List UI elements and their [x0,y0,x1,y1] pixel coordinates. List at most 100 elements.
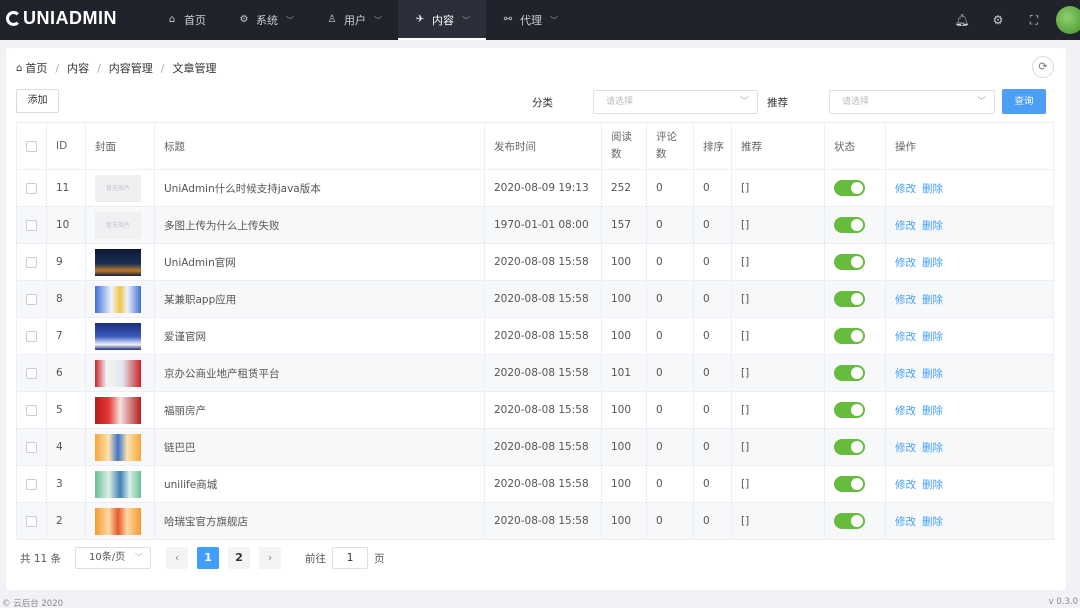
cell-recommend: [] [731,354,825,392]
row-checkbox[interactable] [26,182,37,194]
col-cover: 封面 [85,122,155,170]
agent-icon: ⚯ [503,14,513,25]
cell-sort: 0 [693,317,732,355]
edit-link[interactable]: 修改 [895,516,916,528]
row-checkbox[interactable] [26,478,37,490]
edit-link[interactable]: 修改 [895,183,916,195]
logo-ring-icon [6,11,21,26]
select-all-checkbox[interactable] [26,140,37,152]
breadcrumb: ⌂ 首页 / 内容 / 内容管理 / 文章管理 [16,60,217,76]
cover-thumbnail[interactable] [95,322,141,350]
edit-link[interactable]: 修改 [895,257,916,269]
goto-page-input[interactable]: 1 [332,547,369,569]
query-button[interactable]: 查询 [1002,89,1046,114]
row-checkbox[interactable] [26,441,37,453]
status-toggle[interactable] [834,180,865,196]
breadcrumb-item[interactable]: 内容管理 [109,60,153,76]
category-select[interactable]: 请选择 ﹀ [593,90,758,114]
main-nav: ⌂ 首页 ⚙ 系统 ﹀ ♙ 用户 ﹀ ✈ 内容 ﹀ ⚯ 代理 ﹀ [150,0,574,40]
status-toggle[interactable] [834,439,865,455]
col-recommend: 推荐 [731,122,825,170]
delete-link[interactable]: 删除 [922,183,943,195]
status-toggle[interactable] [834,291,865,307]
edit-link[interactable]: 修改 [895,442,916,454]
breadcrumb-item[interactable]: 首页 [25,60,47,76]
app-logo[interactable]: UNIADMIN [6,8,117,29]
cell-status [824,280,886,318]
cell-publish-time: 2020-08-08 15:58 [484,502,602,540]
status-toggle[interactable] [834,254,865,270]
cell-title: 京办公商业地产租赁平台 [154,354,485,392]
delete-link[interactable]: 删除 [922,442,943,454]
fullscreen-icon[interactable]: ⛶ [1016,13,1052,28]
chevron-down-icon: ﹀ [739,97,749,107]
delete-link[interactable]: 删除 [922,368,943,380]
cover-placeholder-image: 暂无图片 [95,211,141,239]
page-number-button[interactable]: 1 [197,547,220,569]
cover-thumbnail[interactable] [95,507,141,535]
cover-thumbnail[interactable] [95,470,141,498]
delete-link[interactable]: 删除 [922,405,943,417]
nav-item-0[interactable]: ⌂ 首页 [150,0,222,40]
nav-item-label: 系统 [256,14,278,27]
row-checkbox[interactable] [26,404,37,416]
edit-link[interactable]: 修改 [895,479,916,491]
cell-reads: 100 [601,280,647,318]
row-checkbox[interactable] [26,219,37,231]
delete-link[interactable]: 删除 [922,220,943,232]
edit-link[interactable]: 修改 [895,368,916,380]
delete-link[interactable]: 删除 [922,479,943,491]
chevron-down-icon: ﹀ [550,15,558,25]
cell-comments: 0 [646,465,694,503]
status-toggle[interactable] [834,476,865,492]
row-checkbox[interactable] [26,256,37,268]
col-id[interactable]: ID [46,122,86,170]
status-toggle[interactable] [834,365,865,381]
total-count: 共 11 条 [20,552,62,565]
add-button[interactable]: 添加 [16,89,59,113]
cell-status [824,354,886,392]
recommend-select[interactable]: 请选择 ﹀ [829,90,995,114]
row-checkbox[interactable] [26,293,37,305]
page-size-select[interactable]: 10条/页 ﹀ [75,547,152,569]
nav-item-4[interactable]: ⚯ 代理 ﹀ [486,0,574,40]
col-comments-line2: 数 [656,148,667,160]
delete-link[interactable]: 删除 [922,331,943,343]
status-toggle[interactable] [834,513,865,529]
next-page-button[interactable]: › [259,547,282,569]
col-sort: 排序 [693,122,732,170]
avatar[interactable] [1056,6,1080,34]
cover-thumbnail[interactable] [95,396,141,424]
row-checkbox[interactable] [26,330,37,342]
page-number-button[interactable]: 2 [228,547,251,569]
cover-thumbnail[interactable] [95,359,141,387]
status-toggle[interactable] [834,402,865,418]
cell-sort: 0 [693,428,732,466]
nav-item-3[interactable]: ✈ 内容 ﹀ [398,0,486,40]
delete-link[interactable]: 删除 [922,294,943,306]
page-size-value: 10条/页 [89,552,126,563]
settings-icon[interactable]: ⚙ [980,13,1016,27]
status-toggle[interactable] [834,217,865,233]
edit-link[interactable]: 修改 [895,294,916,306]
edit-link[interactable]: 修改 [895,331,916,343]
row-select-cell [16,465,47,503]
delete-link[interactable]: 删除 [922,257,943,269]
refresh-icon[interactable]: ⟳ [1032,56,1054,78]
row-checkbox[interactable] [26,515,37,527]
delete-link[interactable]: 删除 [922,516,943,528]
edit-link[interactable]: 修改 [895,220,916,232]
cover-thumbnail[interactable] [95,248,141,276]
status-toggle[interactable] [834,328,865,344]
cover-thumbnail[interactable] [95,433,141,461]
cell-title: 多图上传为什么上传失败 [154,206,485,244]
prev-page-button[interactable]: ‹ [166,547,189,569]
nav-item-2[interactable]: ♙ 用户 ﹀ [310,0,398,40]
breadcrumb-item[interactable]: 内容 [67,60,89,76]
edit-link[interactable]: 修改 [895,405,916,417]
bell-icon[interactable]: 🔔︎ [944,13,980,27]
row-checkbox[interactable] [26,367,37,379]
cover-thumbnail[interactable] [95,285,141,313]
cell-recommend: [] [731,169,825,207]
nav-item-1[interactable]: ⚙ 系统 ﹀ [222,0,310,40]
